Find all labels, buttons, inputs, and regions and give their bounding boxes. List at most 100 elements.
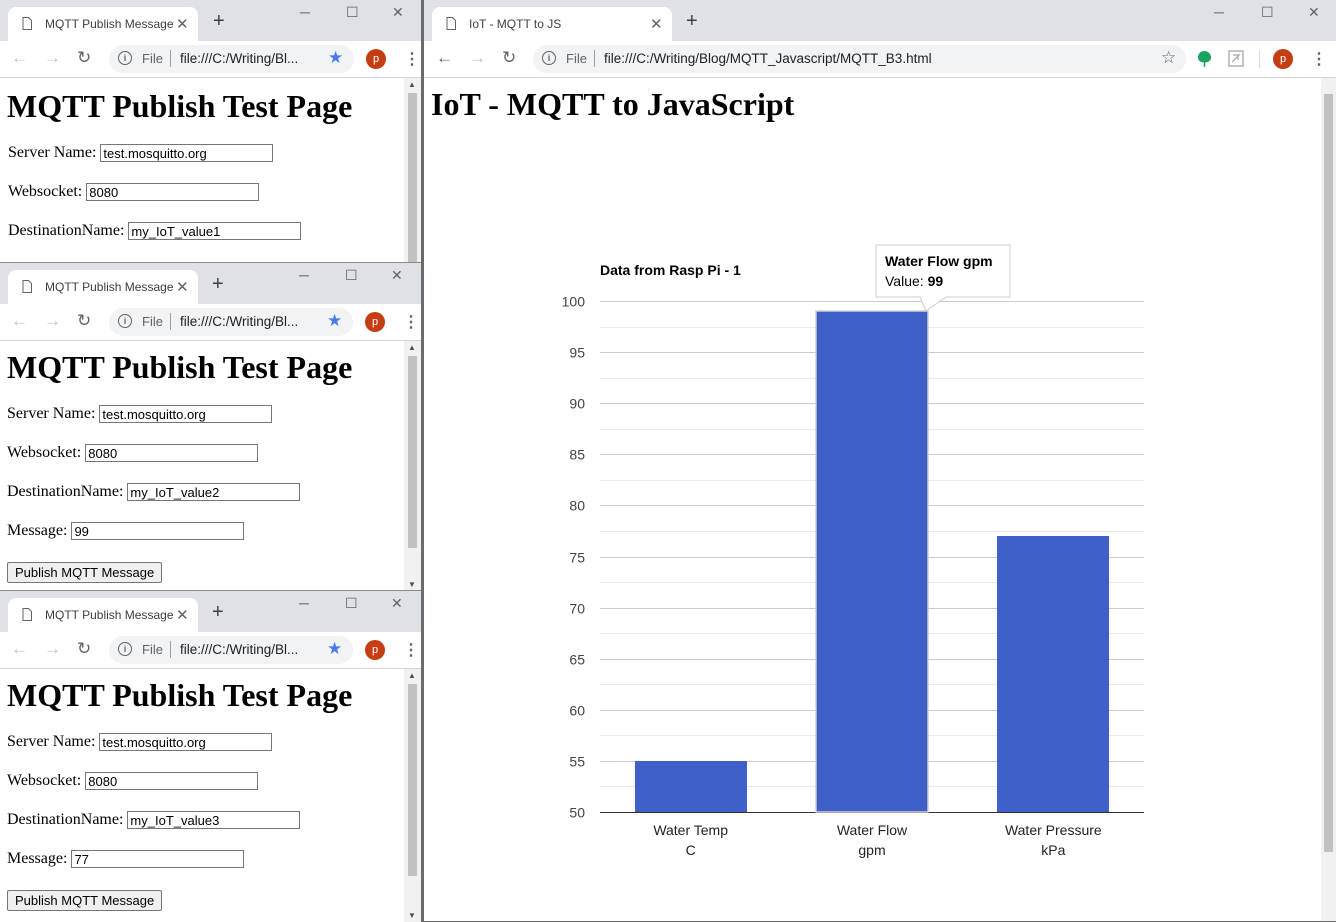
browser-tab[interactable]: MQTT Publish Message ✕ [8,270,198,304]
browser-tab[interactable]: IoT - MQTT to JS ✕ [432,7,672,41]
new-tab-icon[interactable]: + [686,11,698,31]
destination-input[interactable]: my_IoT_value1 [128,222,302,241]
info-icon[interactable]: i [118,314,132,328]
reload-icon[interactable]: ↻ [502,49,516,67]
message-input[interactable]: 77 [71,850,245,869]
maximize-icon[interactable]: ☐ [346,4,359,21]
server-name-input[interactable]: test.mosquitto.org [100,144,274,163]
maximize-icon[interactable]: ☐ [345,595,358,612]
pdf-extension-icon[interactable] [1228,50,1244,67]
tooltip-value: 99 [928,273,944,289]
new-tab-icon[interactable]: + [212,602,224,622]
bookmark-star-icon[interactable]: ☆ [1161,48,1176,68]
vertical-scrollbar[interactable] [1321,78,1336,921]
browser-tab[interactable]: MQTT Publish Message ✕ [8,7,198,41]
message-input[interactable]: 99 [71,522,245,541]
scroll-thumb[interactable] [408,684,417,876]
close-window-icon[interactable]: ✕ [391,595,403,612]
scroll-down-icon[interactable]: ▼ [408,580,416,589]
url-text[interactable]: file:///C:/Writing/Blog/MQTT_Javascript/… [604,51,932,66]
maximize-icon[interactable]: ☐ [345,267,358,284]
x-tick-label: Water Pressure [1005,822,1102,838]
page-heading: MQTT Publish Test Page [7,677,353,713]
tooltip-title: Water Flow gpm [885,253,993,269]
bookmark-star-icon[interactable]: ★ [327,311,342,331]
minimize-icon[interactable]: ─ [299,267,309,283]
bookmark-star-icon[interactable]: ★ [328,48,343,68]
destination-input[interactable]: my_IoT_value2 [127,483,301,502]
menu-kebab-icon[interactable]: ⋮ [404,49,420,69]
profile-avatar[interactable]: p [365,640,385,660]
address-bar[interactable]: i File file:///C:/Writing/Bl... ★ [109,308,353,336]
info-icon[interactable]: i [118,642,132,656]
profile-avatar[interactable]: p [366,49,386,69]
url-text[interactable]: file:///C:/Writing/Bl... [180,642,298,657]
scroll-thumb[interactable] [408,356,417,548]
server-name-label: Server Name: [8,144,97,161]
close-window-icon[interactable]: ✕ [391,267,403,284]
maximize-icon[interactable]: ☐ [1261,4,1274,21]
websocket-input[interactable]: 8080 [85,444,259,463]
y-tick-label: 95 [569,345,585,361]
scroll-down-icon[interactable]: ▼ [408,911,416,920]
menu-kebab-icon[interactable]: ⋮ [403,312,419,332]
info-icon[interactable]: i [118,51,132,65]
x-tick-label: C [686,842,696,858]
profile-avatar[interactable]: p [1273,49,1293,69]
destination-input[interactable]: my_IoT_value3 [127,811,301,830]
message-row: Message: 99 [7,522,245,541]
address-bar[interactable]: i File file:///C:/Writing/Bl... ★ [109,636,353,664]
scroll-up-icon[interactable]: ▲ [408,343,416,352]
menu-kebab-icon[interactable]: ⋮ [1311,49,1327,69]
publish-button[interactable]: Publish MQTT Message [7,562,163,583]
profile-avatar[interactable]: p [365,312,385,332]
minimize-icon[interactable]: ─ [299,595,309,611]
close-tab-icon[interactable]: ✕ [176,606,189,624]
close-tab-icon[interactable]: ✕ [176,15,189,33]
menu-kebab-icon[interactable]: ⋮ [403,640,419,660]
browser-tab[interactable]: MQTT Publish Message ✕ [8,598,198,632]
back-arrow-icon[interactable]: ← [11,640,28,658]
server-name-input[interactable]: test.mosquitto.org [99,405,273,424]
forward-arrow-icon[interactable]: → [44,640,61,658]
close-tab-icon[interactable]: ✕ [176,278,189,296]
forward-arrow-icon[interactable]: → [44,49,61,67]
scroll-thumb[interactable] [1324,94,1333,852]
forward-arrow-icon[interactable]: → [44,312,61,330]
back-arrow-icon[interactable]: ← [11,312,28,330]
url-scheme: File [566,51,587,66]
server-name-input[interactable]: test.mosquitto.org [99,733,273,752]
new-tab-icon[interactable]: + [212,274,224,294]
close-window-icon[interactable]: ✕ [1308,4,1320,21]
url-text[interactable]: file:///C:/Writing/Bl... [180,51,298,66]
reload-icon[interactable]: ↻ [77,49,91,67]
info-icon[interactable]: i [542,51,556,65]
minimize-icon[interactable]: ─ [1214,4,1224,20]
scroll-thumb[interactable] [408,93,417,262]
back-arrow-icon[interactable]: ← [11,49,28,67]
forward-arrow-icon[interactable]: → [469,49,486,67]
minimize-icon[interactable]: ─ [300,4,310,20]
url-text[interactable]: file:///C:/Writing/Bl... [180,314,298,329]
extension-leaf-icon[interactable] [1197,50,1212,68]
websocket-input[interactable]: 8080 [85,772,259,791]
websocket-label: Websocket: [7,772,82,789]
address-bar[interactable]: i File file:///C:/Writing/Bl... ★ [109,45,354,73]
reload-icon[interactable]: ↻ [77,640,91,658]
new-tab-icon[interactable]: + [213,11,225,31]
close-tab-icon[interactable]: ✕ [650,15,663,33]
websocket-input[interactable]: 8080 [86,183,260,202]
scroll-up-icon[interactable]: ▲ [408,671,416,680]
vertical-scrollbar[interactable]: ▲ ▼ [404,669,421,922]
address-bar[interactable]: i File file:///C:/Writing/Blog/MQTT_Java… [533,45,1186,73]
reload-icon[interactable]: ↻ [77,312,91,330]
vertical-scrollbar[interactable]: ▲ ▼ [404,341,421,591]
page-content: MQTT Publish Test Page Server Name: test… [0,341,421,591]
close-window-icon[interactable]: ✕ [392,4,404,21]
bookmark-star-icon[interactable]: ★ [327,639,342,659]
destination-row: DestinationName: my_IoT_value1 [8,222,302,241]
publish-button[interactable]: Publish MQTT Message [7,890,163,911]
vertical-scrollbar[interactable]: ▲ [404,78,421,262]
back-arrow-icon[interactable]: ← [436,49,453,67]
scroll-up-icon[interactable]: ▲ [408,80,416,89]
